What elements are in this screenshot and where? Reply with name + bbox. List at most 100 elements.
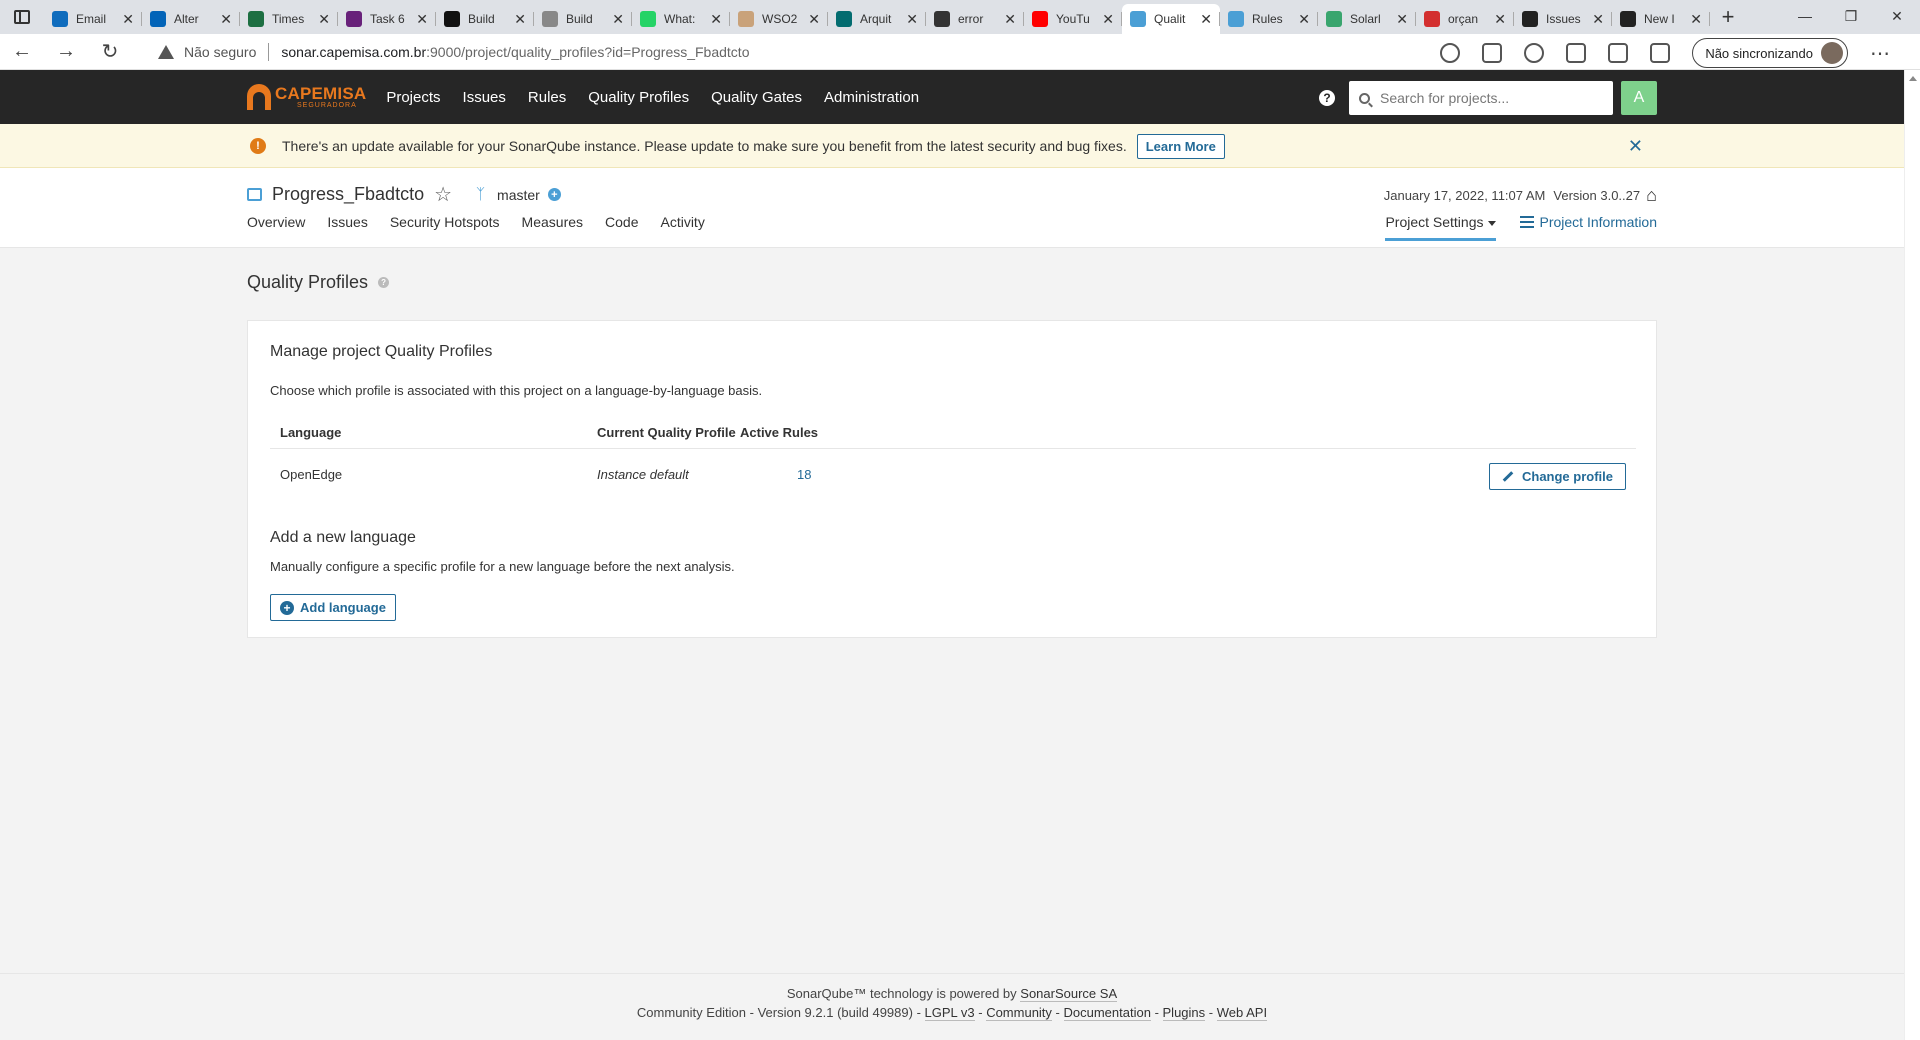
favorites-icon[interactable] bbox=[1608, 43, 1629, 63]
tab-overview[interactable]: Overview bbox=[247, 214, 305, 240]
close-tab-icon[interactable]: ✕ bbox=[514, 11, 526, 28]
close-tab-icon[interactable]: ✕ bbox=[808, 11, 820, 28]
license-link[interactable]: LGPL v3 bbox=[924, 1005, 975, 1021]
browser-tab[interactable]: Qualit ✕ bbox=[1122, 4, 1220, 34]
header-current-profile: Current Quality Profile bbox=[597, 425, 736, 440]
close-tab-icon[interactable]: ✕ bbox=[1102, 11, 1114, 28]
table-header: Language Current Quality Profile Active … bbox=[270, 417, 1636, 449]
close-tab-icon[interactable]: ✕ bbox=[612, 11, 624, 28]
close-window-icon[interactable]: ✕ bbox=[1874, 0, 1920, 32]
favorite-add-icon[interactable] bbox=[1482, 43, 1503, 63]
tab-activity[interactable]: Activity bbox=[660, 214, 704, 240]
nav-administration[interactable]: Administration bbox=[824, 89, 919, 106]
close-tab-icon[interactable]: ✕ bbox=[906, 11, 918, 28]
tab-project-settings[interactable]: Project Settings bbox=[1385, 214, 1496, 241]
zoom-icon[interactable] bbox=[1440, 43, 1461, 63]
close-icon[interactable]: ✕ bbox=[1628, 136, 1643, 157]
branch-name[interactable]: master bbox=[497, 187, 540, 203]
sync-button[interactable]: Não sincronizando bbox=[1692, 38, 1848, 68]
user-avatar[interactable]: A bbox=[1621, 81, 1657, 115]
close-tab-icon[interactable]: ✕ bbox=[220, 11, 232, 28]
branch-plus-icon[interactable]: + bbox=[547, 188, 561, 201]
project-name[interactable]: Progress_Fbadtcto bbox=[272, 184, 424, 205]
browser-tab[interactable]: Arquit ✕ bbox=[828, 4, 926, 34]
browser-tab-title: Task 6 bbox=[370, 12, 405, 26]
home-icon[interactable]: ⌂ bbox=[1646, 185, 1657, 206]
community-link[interactable]: Community bbox=[986, 1005, 1052, 1021]
browser-tab[interactable]: What: ✕ bbox=[632, 4, 730, 34]
insecure-label: Não seguro bbox=[184, 44, 257, 60]
favorite-star-icon[interactable]: ☆ bbox=[434, 182, 452, 207]
minimize-icon[interactable]: — bbox=[1782, 0, 1828, 32]
url-field[interactable]: Não seguro sonar.capemisa.com.br:9000/pr… bbox=[144, 36, 1544, 68]
browser-tab[interactable]: Times ✕ bbox=[240, 4, 338, 34]
browser-tab[interactable]: Rules ✕ bbox=[1220, 4, 1318, 34]
header-language: Language bbox=[280, 425, 342, 440]
logo-arch-icon bbox=[247, 84, 271, 110]
browser-tab[interactable]: Task 6 ✕ bbox=[338, 4, 436, 34]
project-search-input[interactable]: Search for projects... bbox=[1349, 81, 1613, 115]
browser-tab[interactable]: Issues ✕ bbox=[1514, 4, 1612, 34]
plugins-link[interactable]: Plugins bbox=[1162, 1005, 1206, 1021]
extensions-icon[interactable] bbox=[1566, 43, 1587, 63]
browser-tab[interactable]: Alter ✕ bbox=[142, 4, 240, 34]
nav-rules[interactable]: Rules bbox=[528, 89, 566, 106]
browser-tab-title: New I bbox=[1644, 12, 1675, 26]
vertical-scrollbar[interactable] bbox=[1904, 70, 1920, 1040]
browser-tab-title: Email bbox=[76, 12, 107, 26]
learn-more-button[interactable]: Learn More bbox=[1136, 133, 1225, 159]
alert-message: There's an update available for your Son… bbox=[282, 138, 1127, 154]
nav-projects[interactable]: Projects bbox=[386, 89, 440, 106]
add-language-button[interactable]: + Add language bbox=[270, 594, 396, 621]
close-tab-icon[interactable]: ✕ bbox=[1298, 11, 1310, 28]
reload-icon[interactable]: ↻ bbox=[88, 39, 132, 64]
tab-code[interactable]: Code bbox=[605, 214, 638, 240]
capemisa-logo[interactable]: CAPEMISA SEGURADORA bbox=[247, 84, 366, 110]
help-tooltip-icon[interactable]: ? bbox=[378, 277, 390, 288]
close-tab-icon[interactable]: ✕ bbox=[1004, 11, 1016, 28]
browser-tab[interactable]: YouTu ✕ bbox=[1024, 4, 1122, 34]
close-tab-icon[interactable]: ✕ bbox=[710, 11, 722, 28]
close-tab-icon[interactable]: ✕ bbox=[122, 11, 134, 28]
browser-tab-title: orçan bbox=[1448, 12, 1479, 26]
browser-tab[interactable]: WSO2 ✕ bbox=[730, 4, 828, 34]
close-tab-icon[interactable]: ✕ bbox=[1200, 11, 1212, 28]
collections-icon[interactable] bbox=[1650, 43, 1671, 63]
change-profile-button[interactable]: Change profile bbox=[1488, 463, 1626, 490]
teamcity-icon bbox=[542, 11, 558, 27]
help-icon[interactable]: ? bbox=[1319, 90, 1335, 106]
forward-icon[interactable]: → bbox=[44, 40, 88, 63]
browser-tab[interactable]: Solarl ✕ bbox=[1318, 4, 1416, 34]
tab-measures[interactable]: Measures bbox=[522, 214, 583, 240]
close-tab-icon[interactable]: ✕ bbox=[318, 11, 330, 28]
cell-active-rules[interactable]: 18 bbox=[797, 467, 811, 482]
documentation-link[interactable]: Documentation bbox=[1063, 1005, 1151, 1021]
tracking-icon[interactable] bbox=[1524, 43, 1545, 63]
new-tab-button[interactable]: + bbox=[1710, 4, 1746, 30]
tab-actions-icon[interactable] bbox=[0, 0, 44, 34]
web-api-link[interactable]: Web API bbox=[1216, 1005, 1268, 1021]
more-menu-icon[interactable]: ⋯ bbox=[1870, 41, 1890, 66]
browser-tab[interactable]: error ✕ bbox=[926, 4, 1024, 34]
browser-tab[interactable]: New I ✕ bbox=[1612, 4, 1710, 34]
nav-issues[interactable]: Issues bbox=[463, 89, 506, 106]
close-tab-icon[interactable]: ✕ bbox=[416, 11, 428, 28]
close-tab-icon[interactable]: ✕ bbox=[1690, 11, 1702, 28]
browser-tab[interactable]: Email ✕ bbox=[44, 4, 142, 34]
browser-tab[interactable]: Build ✕ bbox=[534, 4, 632, 34]
tab-security-hotspots[interactable]: Security Hotspots bbox=[390, 214, 500, 240]
browser-tab[interactable]: orçan ✕ bbox=[1416, 4, 1514, 34]
sonarsource-link[interactable]: SonarSource SA bbox=[1020, 986, 1118, 1002]
cell-profile: Instance default bbox=[597, 467, 689, 482]
back-icon[interactable]: ← bbox=[0, 40, 44, 63]
nav-quality-profiles[interactable]: Quality Profiles bbox=[588, 89, 689, 106]
close-tab-icon[interactable]: ✕ bbox=[1592, 11, 1604, 28]
close-tab-icon[interactable]: ✕ bbox=[1396, 11, 1408, 28]
nav-quality-gates[interactable]: Quality Gates bbox=[711, 89, 802, 106]
close-tab-icon[interactable]: ✕ bbox=[1494, 11, 1506, 28]
tab-issues[interactable]: Issues bbox=[327, 214, 367, 240]
tab-project-information[interactable]: Project Information bbox=[1519, 214, 1657, 241]
browser-tab[interactable]: Build ✕ bbox=[436, 4, 534, 34]
browser-tab-title: Issues bbox=[1546, 12, 1581, 26]
restore-icon[interactable]: ❐ bbox=[1828, 0, 1874, 32]
